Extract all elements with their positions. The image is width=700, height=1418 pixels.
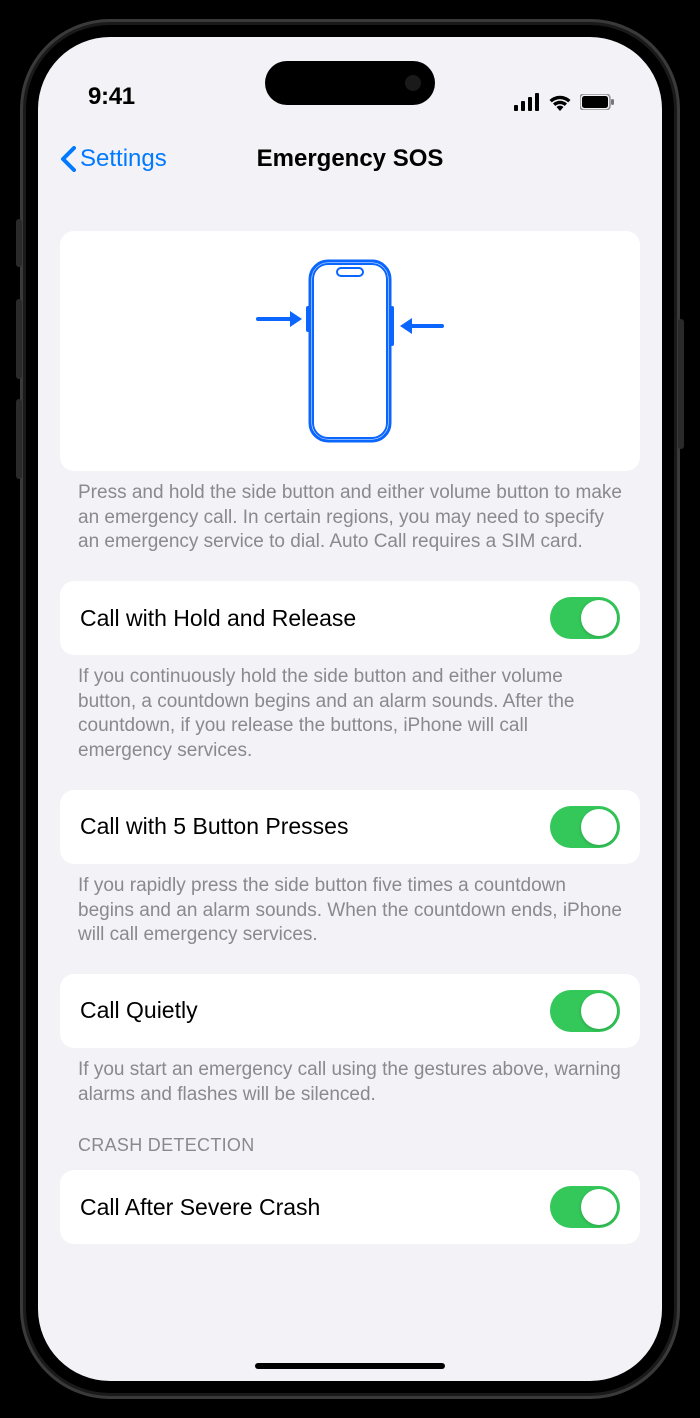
setting-label: Call with Hold and Release: [80, 605, 356, 632]
cellular-bars-icon: [514, 93, 540, 111]
setting-footer: If you rapidly press the side button fiv…: [60, 864, 640, 948]
setting-row-call-quietly[interactable]: Call Quietly: [60, 974, 640, 1048]
setting-row-5-presses[interactable]: Call with 5 Button Presses: [60, 790, 640, 864]
device-frame: 9:41: [20, 19, 680, 1399]
content-scroll[interactable]: Press and hold the side button and eithe…: [38, 191, 662, 1365]
toggle-call-quietly[interactable]: [550, 990, 620, 1032]
toggle-hold-release[interactable]: [550, 597, 620, 639]
navigation-bar: Settings Emergency SOS: [38, 127, 662, 191]
toggle-5-presses[interactable]: [550, 806, 620, 848]
setting-footer: If you start an emergency call using the…: [60, 1048, 640, 1107]
page-title: Emergency SOS: [257, 145, 444, 173]
setting-label: Call Quietly: [80, 997, 198, 1024]
setting-row-crash-call[interactable]: Call After Severe Crash: [60, 1170, 640, 1244]
setting-row-hold-release[interactable]: Call with Hold and Release: [60, 581, 640, 655]
home-indicator[interactable]: [255, 1363, 445, 1369]
status-time: 9:41: [88, 83, 135, 111]
dynamic-island: [265, 61, 435, 105]
chevron-left-icon: [60, 146, 76, 172]
back-button[interactable]: Settings: [60, 145, 167, 173]
hero-description: Press and hold the side button and eithe…: [60, 471, 640, 555]
setting-footer: If you continuously hold the side button…: [60, 655, 640, 764]
section-header-crash-detection: CRASH DETECTION: [60, 1107, 640, 1164]
hero-illustration-card: [60, 231, 640, 471]
back-label: Settings: [80, 145, 167, 173]
phone-buttons-illustration-icon: [220, 251, 480, 451]
wifi-icon: [548, 93, 572, 111]
setting-label: Call After Severe Crash: [80, 1194, 320, 1221]
toggle-crash-call[interactable]: [550, 1186, 620, 1228]
screen: 9:41: [38, 37, 662, 1381]
battery-icon: [580, 94, 614, 110]
setting-label: Call with 5 Button Presses: [80, 813, 348, 840]
